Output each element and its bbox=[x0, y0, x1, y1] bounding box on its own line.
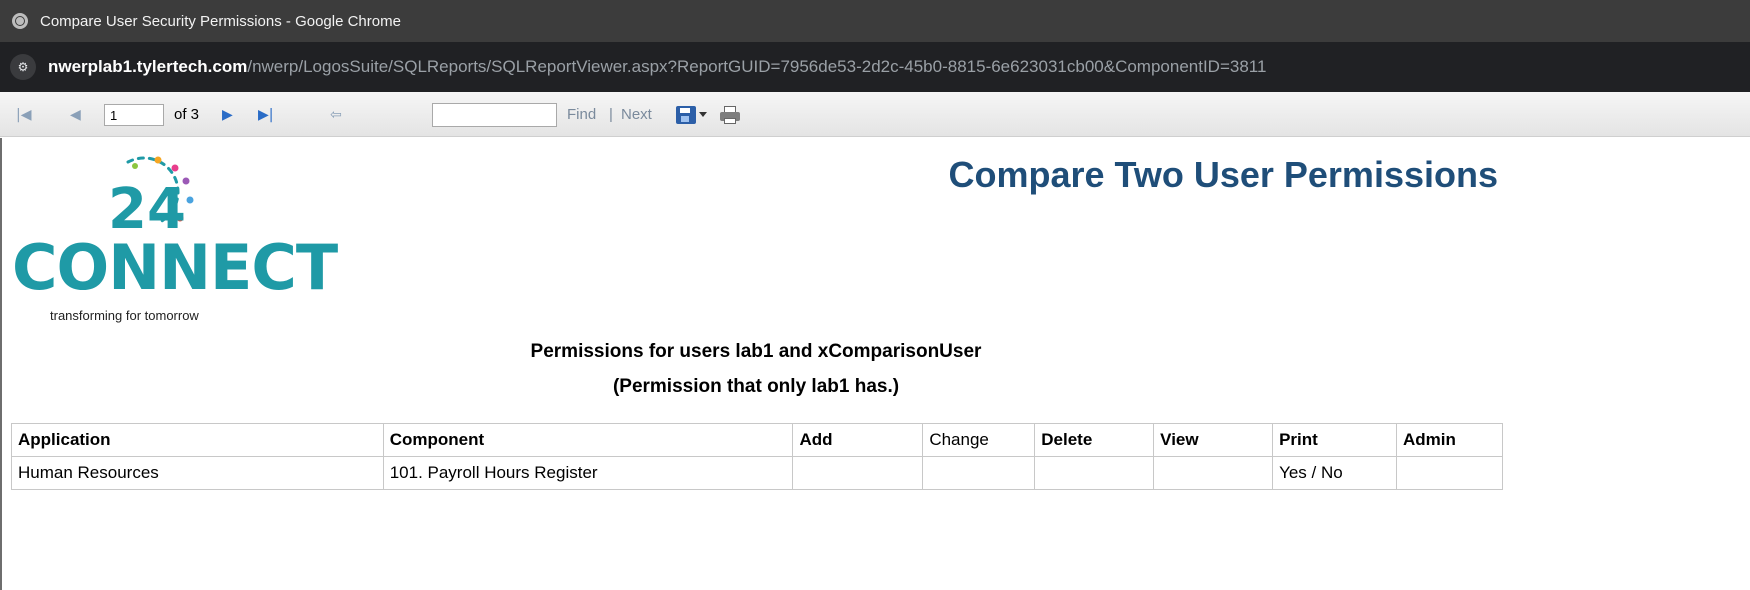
next-page-button[interactable]: ▶ bbox=[222, 92, 233, 137]
column-header: View bbox=[1153, 423, 1274, 457]
url-path: /nwerp/LogosSuite/SQLReports/SQLReportVi… bbox=[247, 57, 1267, 76]
page-count-text: of 3 bbox=[174, 106, 200, 123]
site-info-icon[interactable]: ⚙ bbox=[10, 54, 36, 80]
report-page: 24 CONNECT transforming for tomorrow Com… bbox=[0, 138, 1750, 590]
first-page-button[interactable]: |◀ bbox=[16, 92, 31, 137]
back-to-parent-button[interactable]: ⇦ bbox=[330, 92, 342, 137]
last-page-icon: ▶| bbox=[258, 106, 274, 123]
logo-tagline: transforming for tomorrow bbox=[50, 308, 199, 323]
logo-wordmark: CONNECT bbox=[12, 231, 338, 304]
find-label: Find bbox=[567, 106, 597, 123]
column-header: Component bbox=[382, 423, 794, 457]
table-cell bbox=[1034, 456, 1155, 490]
report-title: Compare Two User Permissions bbox=[948, 154, 1498, 195]
previous-page-icon: ◀ bbox=[70, 106, 81, 123]
column-header: Admin bbox=[1396, 423, 1503, 457]
url-text[interactable]: nwerplab1.tylertech.com/nwerp/LogosSuite… bbox=[48, 57, 1266, 77]
table-cell bbox=[1153, 456, 1274, 490]
table-cell: Yes / No bbox=[1272, 456, 1397, 490]
find-text-input[interactable] bbox=[432, 103, 557, 127]
column-header: Change bbox=[922, 423, 1036, 457]
table-cell bbox=[922, 456, 1036, 490]
column-header: Delete bbox=[1034, 423, 1155, 457]
column-header: Add bbox=[792, 423, 924, 457]
window-title: Compare User Security Permissions - Goog… bbox=[40, 12, 401, 30]
back-to-parent-icon: ⇦ bbox=[330, 106, 342, 123]
chrome-window-icon bbox=[12, 13, 28, 29]
table-cell: Human Resources bbox=[11, 456, 384, 490]
next-page-icon: ▶ bbox=[222, 106, 233, 123]
export-button[interactable] bbox=[676, 92, 707, 137]
print-button[interactable] bbox=[719, 92, 741, 137]
current-page-input[interactable] bbox=[104, 104, 164, 126]
window-title-bar: Compare User Security Permissions - Goog… bbox=[0, 0, 1750, 42]
first-page-icon: |◀ bbox=[16, 106, 32, 123]
find-separator: | bbox=[609, 92, 613, 137]
page-count-label: of 3 bbox=[174, 92, 199, 137]
print-icon bbox=[719, 105, 741, 125]
save-export-icon bbox=[676, 105, 696, 124]
table-cell: 101. Payroll Hours Register bbox=[382, 456, 794, 490]
url-host: nwerplab1.tylertech.com bbox=[48, 57, 248, 76]
table-header-row: Application Component Add Change Delete … bbox=[11, 423, 1503, 457]
report-subtitle: Permissions for users lab1 and xComparis… bbox=[530, 341, 982, 362]
table-cell bbox=[1396, 456, 1503, 490]
table-cell bbox=[792, 456, 924, 490]
column-header: Print bbox=[1272, 423, 1397, 457]
chevron-down-icon bbox=[699, 112, 707, 117]
connect-logo: 24 CONNECT transforming for tomorrow bbox=[10, 148, 338, 323]
column-header: Application bbox=[11, 423, 384, 457]
permissions-table: Application Component Add Change Delete … bbox=[11, 423, 1503, 490]
find-link[interactable]: Find bbox=[567, 92, 596, 137]
address-bar[interactable]: ⚙ nwerplab1.tylertech.com/nwerp/LogosSui… bbox=[0, 42, 1750, 92]
find-next-link[interactable]: Next bbox=[621, 92, 652, 137]
report-subtitle-note: (Permission that only lab1 has.) bbox=[612, 376, 900, 397]
table-row: Human Resources 101. Payroll Hours Regis… bbox=[11, 456, 1503, 490]
last-page-button[interactable]: ▶| bbox=[258, 92, 273, 137]
separator-text: | bbox=[609, 106, 613, 123]
previous-page-button[interactable]: ◀ bbox=[70, 92, 81, 137]
next-label: Next bbox=[621, 106, 652, 123]
report-toolbar: |◀ ◀ of 3 ▶ ▶| ⇦ Find | Next bbox=[0, 92, 1750, 137]
